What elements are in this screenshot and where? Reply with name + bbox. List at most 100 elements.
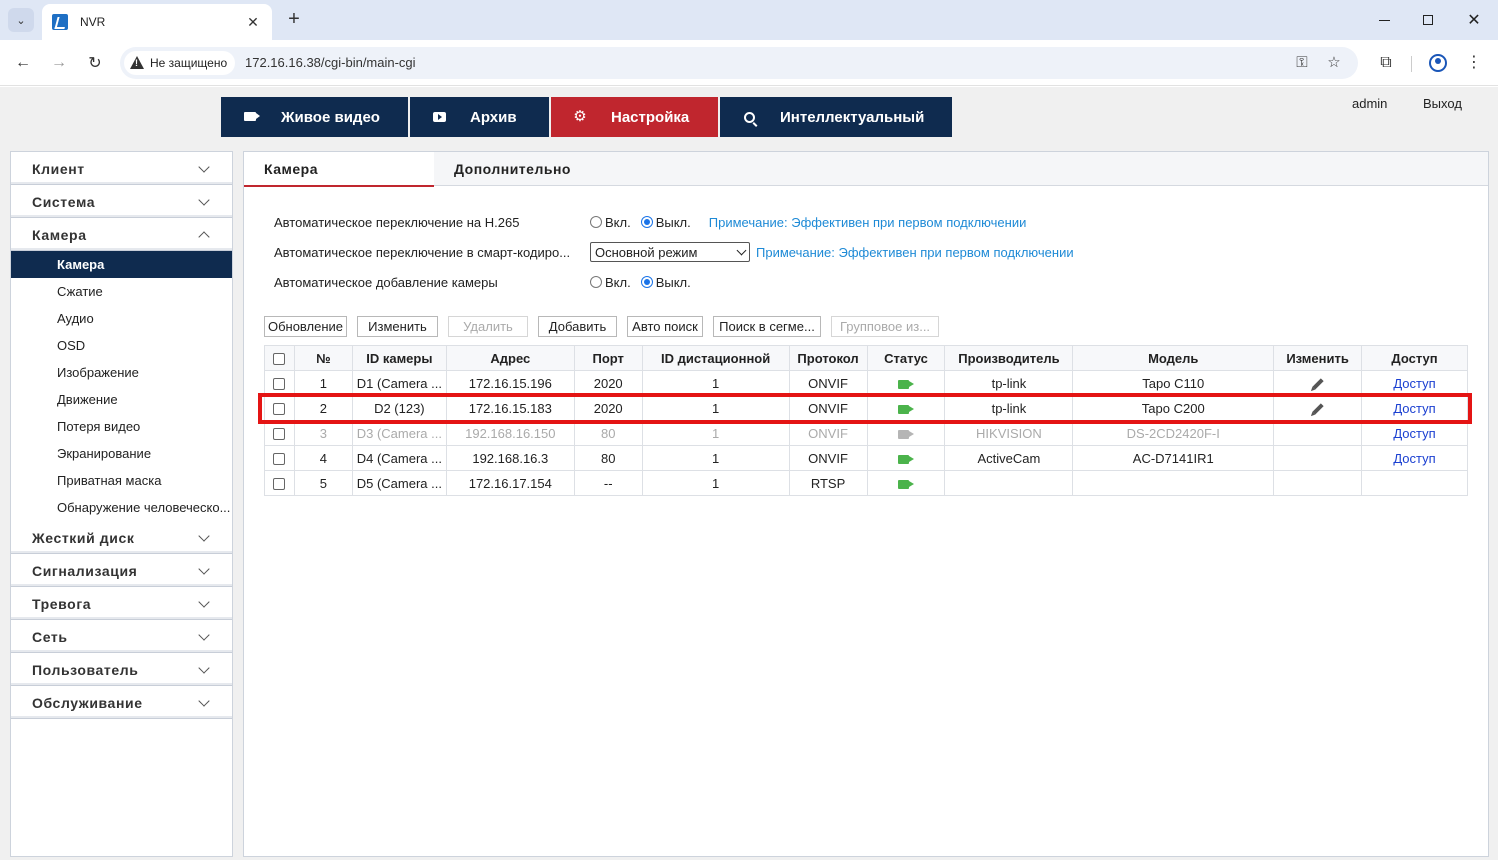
row-checkbox[interactable] [264, 370, 295, 396]
nav-archive[interactable]: Архив [410, 97, 549, 137]
browser-tabstrip: ⌄ NVR ✕ + ✕ [0, 0, 1498, 40]
camera-online-icon [898, 454, 910, 464]
access-link[interactable]: Доступ [1393, 426, 1435, 441]
table-row[interactable]: 1 D1 (Camera ... 172.16.15.196 2020 1 ON… [264, 370, 1468, 396]
add-button[interactable]: Добавить [538, 316, 617, 337]
current-user: admin [1352, 96, 1388, 111]
pencil-edit-icon[interactable] [1311, 378, 1324, 390]
access-link[interactable]: Доступ [1393, 376, 1435, 391]
table-header-row: № ID камеры Адрес Порт ID дистационной П… [264, 345, 1468, 371]
row-checkbox[interactable] [264, 445, 295, 471]
sidebar-item-privacy-mask[interactable]: Приватная маска [11, 467, 232, 494]
access-link[interactable]: Доступ [1393, 401, 1435, 416]
cell-status [866, 445, 946, 471]
play-icon [432, 112, 446, 122]
sidebar-item-audio[interactable]: Аудио [11, 305, 232, 332]
nav-settings[interactable]: ⚙ Настройка [551, 97, 718, 137]
tab-title: NVR [80, 15, 106, 29]
browser-menu-kebab-icon[interactable]: ⋮ [1462, 51, 1486, 75]
logout-link[interactable]: Выход [1423, 96, 1462, 111]
row-checkbox[interactable] [264, 470, 295, 496]
sidebar-group-maintenance[interactable]: Обслуживание [11, 686, 232, 719]
tab-camera[interactable]: Камера [244, 152, 434, 187]
table-row[interactable]: 3 D3 (Camera ... 192.168.16.150 80 1 ONV… [264, 420, 1468, 446]
sidebar-group-alarm[interactable]: Тревога [11, 587, 232, 620]
sidebar-item-tamper[interactable]: Экранирование [11, 440, 232, 467]
cell-address: 172.16.15.196 [445, 370, 575, 396]
password-key-icon[interactable]: ⚿ [1292, 54, 1312, 72]
smart-codec-note: Примечание: Эффективен при первом подклю… [756, 244, 1074, 260]
extensions-puzzle-icon[interactable]: ⧉ [1374, 51, 1398, 75]
chevron-down-icon [198, 629, 210, 641]
cell-protocol: ONVIF [788, 420, 868, 446]
row-checkbox[interactable] [264, 420, 295, 446]
nav-live-video[interactable]: Живое видео [221, 97, 408, 137]
smart-codec-value: Основной режим [595, 244, 698, 260]
cell-remote-id: 1 [641, 395, 790, 421]
tab-advanced[interactable]: Дополнительно [454, 152, 571, 186]
segment-search-button[interactable]: Поиск в сегме... [713, 316, 821, 337]
camera-actions: Обновление Изменить Удалить Добавить Авт… [264, 316, 949, 337]
sidebar-group-client[interactable]: Клиент [11, 152, 232, 185]
sidebar-group-user[interactable]: Пользователь [11, 653, 232, 686]
sidebar-item-image[interactable]: Изображение [11, 359, 232, 386]
window-close-button[interactable]: ✕ [1460, 6, 1488, 34]
reload-icon[interactable]: ↻ [82, 50, 108, 76]
h265-on-radio[interactable]: Вкл. [590, 215, 631, 230]
url-text[interactable]: 172.16.16.38/cgi-bin/main-cgi [245, 55, 416, 70]
batch-edit-button[interactable]: Групповое из... [831, 316, 939, 337]
smart-codec-select[interactable]: Основной режим [590, 242, 750, 262]
address-bar[interactable]: Не защищено 172.16.16.38/cgi-bin/main-cg… [120, 47, 1358, 79]
cell-access: Доступ [1361, 395, 1468, 421]
window-maximize-button[interactable] [1414, 6, 1442, 34]
smart-codec-row: Автоматическое переключение в смарт-коди… [274, 242, 1074, 262]
sidebar-item-camera[interactable]: Камера [11, 251, 232, 278]
tab-search-chevron-icon[interactable]: ⌄ [8, 8, 34, 32]
h265-note: Примечание: Эффективен при первом подклю… [708, 214, 1027, 230]
h265-off-radio[interactable]: Выкл. [640, 215, 691, 230]
cell-edit [1273, 370, 1363, 396]
forward-arrow-icon[interactable]: → [46, 50, 72, 76]
sidebar-group-hdd[interactable]: Жесткий диск [11, 521, 232, 554]
sidebar-item-compression[interactable]: Сжатие [11, 278, 232, 305]
browser-tab[interactable]: NVR ✕ [42, 4, 272, 40]
sidebar-item-motion[interactable]: Движение [11, 386, 232, 413]
back-arrow-icon[interactable]: ← [10, 50, 36, 76]
cell-camera-id: D3 (Camera ... [351, 420, 447, 446]
table-row[interactable]: 2 D2 (123) 172.16.15.183 2020 1 ONVIF tp… [264, 395, 1468, 421]
sidebar-group-network[interactable]: Сеть [11, 620, 232, 653]
profile-avatar-icon[interactable] [1426, 51, 1450, 75]
warning-triangle-icon [130, 56, 144, 70]
security-chip[interactable]: Не защищено [124, 51, 236, 75]
bookmark-star-icon[interactable]: ☆ [1324, 54, 1344, 72]
auto-search-button[interactable]: Авто поиск [627, 316, 703, 337]
cell-address: 192.168.16.3 [445, 445, 575, 471]
tab-close-icon[interactable]: ✕ [244, 14, 262, 31]
cell-port: -- [573, 470, 643, 496]
auto-add-on-radio[interactable]: Вкл. [590, 275, 631, 290]
access-link[interactable]: Доступ [1393, 451, 1435, 466]
select-all-checkbox[interactable] [264, 345, 295, 371]
nav-intelligent[interactable]: Интеллектуальный [720, 97, 952, 137]
camera-icon [243, 112, 257, 122]
window-minimize-button[interactable] [1370, 6, 1398, 34]
sidebar-item-human-detection[interactable]: Обнаружение человеческо... [11, 494, 232, 521]
auto-add-off-radio[interactable]: Выкл. [640, 275, 691, 290]
pencil-edit-icon[interactable] [1311, 403, 1324, 415]
nav-archive-label: Архив [470, 108, 517, 126]
sidebar-group-system[interactable]: Система [11, 185, 232, 218]
col-number: № [293, 345, 353, 371]
col-edit: Изменить [1273, 345, 1363, 371]
table-row[interactable]: 4 D4 (Camera ... 192.168.16.3 80 1 ONVIF… [264, 445, 1468, 471]
delete-button[interactable]: Удалить [448, 316, 528, 337]
sidebar-group-signaling[interactable]: Сигнализация [11, 554, 232, 587]
sidebar-item-osd[interactable]: OSD [11, 332, 232, 359]
row-checkbox[interactable] [264, 395, 295, 421]
edit-button[interactable]: Изменить [357, 316, 438, 337]
table-row[interactable]: 5 D5 (Camera ... 172.16.17.154 -- 1 RTSP [264, 470, 1468, 496]
new-tab-plus-icon[interactable]: + [283, 8, 305, 32]
sidebar-item-video-loss[interactable]: Потеря видео [11, 413, 232, 440]
sidebar-group-camera[interactable]: Камера [11, 218, 232, 251]
refresh-button[interactable]: Обновление [264, 316, 347, 337]
chevron-down-icon [198, 662, 210, 674]
